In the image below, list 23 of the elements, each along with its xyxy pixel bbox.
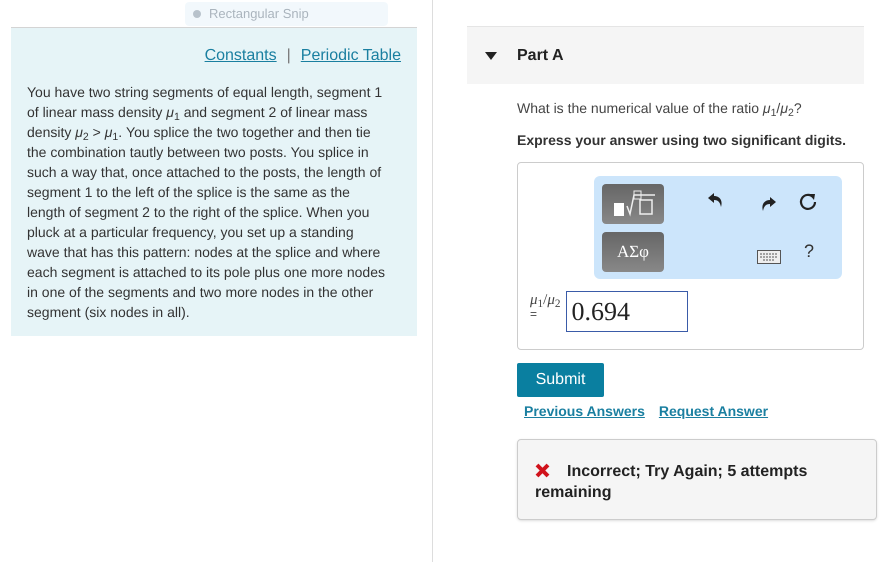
help-button[interactable]: ?	[804, 238, 814, 265]
equals-sign: =	[530, 307, 538, 321]
answer-field[interactable]: 0.694	[566, 291, 688, 332]
request-answer-link[interactable]: Request Answer	[658, 401, 768, 422]
constants-link[interactable]: Constants	[204, 44, 277, 68]
problem-text: You have two string segments of equal length, segment 1 of linear mass density μ$_{1}$ and segment 2 of linear mass density μ$_{2}$ > μ$_{1}$. You splice the two together and then tie the combination tautly between two posts. You splice in such a way that, once attached to the posts, the length of segment 1 to the left of the splice is the same as the length of segment 2 to the right of the splice. When you pluck at a particular frequency, you set up a standing wave that has this pattern: nodes at the splice and where each segment is attached to its pole plus one more nodes in one of the segments and two more nodes in the other segment (six nodes in all).	[27, 83, 386, 322]
previous-answers-link[interactable]: Previous Answers	[524, 401, 645, 422]
link-separator: |	[286, 46, 291, 66]
periodic-table-link[interactable]: Periodic Table	[300, 44, 401, 68]
symbols-button[interactable]: ΑΣφ	[602, 232, 664, 272]
question-text: What is the numerical value of the ratio μ$_{1}$/μ$_{2}$?	[517, 99, 803, 119]
redo-icon[interactable]	[760, 196, 776, 212]
part-title: Part A	[517, 46, 564, 66]
undo-icon[interactable]	[708, 192, 724, 208]
instruction-text: Express your answer using two significant digits.	[517, 131, 848, 150]
keyboard-icon[interactable]	[757, 250, 781, 264]
refresh-icon[interactable]	[798, 192, 818, 212]
template-button[interactable]	[602, 184, 664, 224]
part-header[interactable]: Part A	[467, 26, 864, 84]
submit-button[interactable]: Submit	[517, 363, 604, 397]
snip-icon	[193, 10, 201, 18]
feedback-message: Incorrect; Try Again; 5 attempts remaining	[535, 463, 808, 501]
answer-label: μ$_{1}$/μ$_{2}$	[530, 293, 560, 307]
